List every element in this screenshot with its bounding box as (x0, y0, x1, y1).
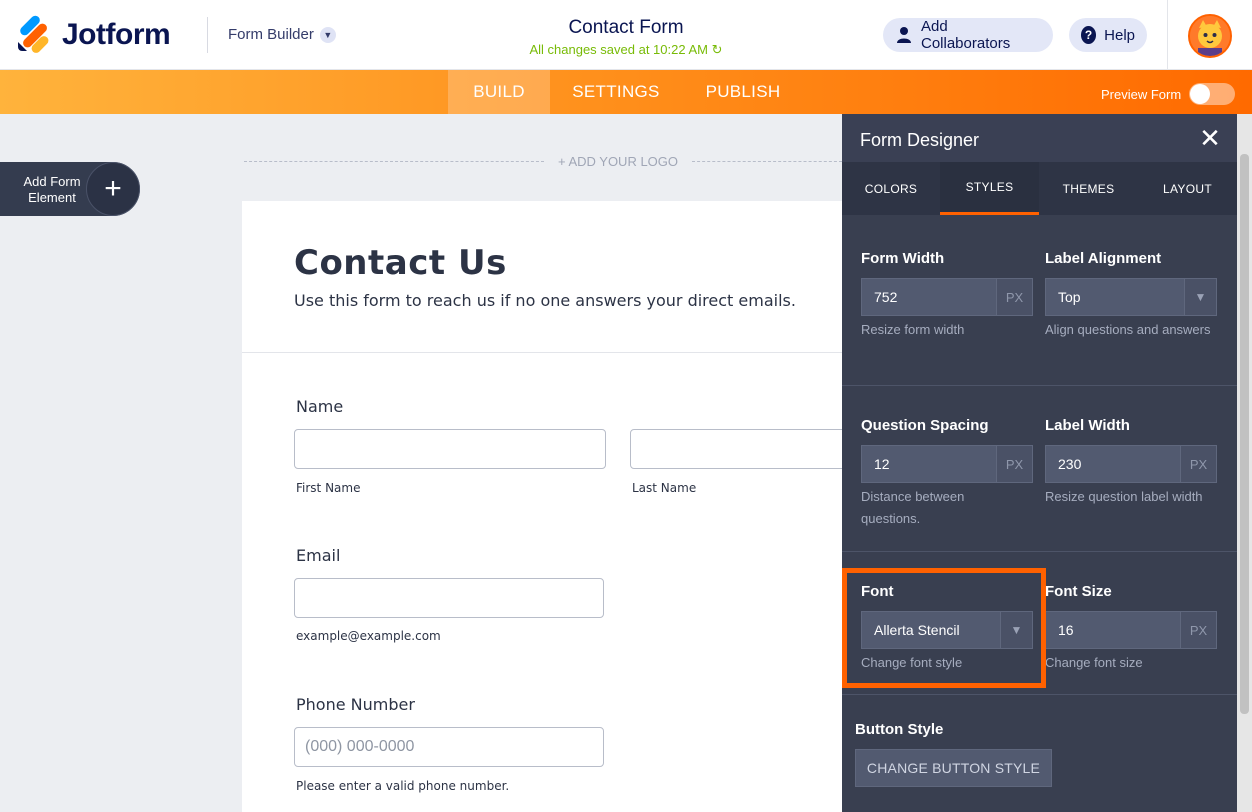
tab-layout[interactable]: LAYOUT (1138, 162, 1237, 215)
header-divider (207, 17, 208, 53)
label-width-label: Label Width (1045, 417, 1130, 434)
user-icon (895, 26, 913, 44)
form-subheading: Use this form to reach us if no one answ… (294, 291, 796, 310)
form-header[interactable]: Contact Us Use this form to reach us if … (242, 201, 842, 353)
font-size-label: Font Size (1045, 583, 1112, 600)
email-question-label: Email (296, 546, 341, 565)
logo-dashed-line-left (244, 161, 544, 162)
form-width-field[interactable]: 752 PX (861, 278, 1033, 316)
question-spacing-field[interactable]: 12 PX (861, 445, 1033, 483)
plus-icon: + (86, 162, 140, 216)
help-label: Help (1104, 26, 1135, 44)
chevron-down-icon: ▼ (319, 26, 336, 43)
jotform-logo[interactable]: Jotform (18, 13, 171, 55)
label-width-hint: Resize question label width (1045, 489, 1203, 504)
font-size-value: 16 (1058, 622, 1074, 638)
form-width-unit: PX (996, 279, 1032, 315)
help-button[interactable]: ? Help (1069, 18, 1147, 52)
section-divider (842, 551, 1237, 552)
add-collaborators-label: Add Collaborators (920, 18, 1011, 52)
label-width-unit: PX (1180, 446, 1216, 482)
tab-settings[interactable]: SETTINGS (556, 70, 676, 114)
email-input[interactable] (294, 578, 604, 618)
section-divider (842, 694, 1237, 695)
tab-publish[interactable]: PUBLISH (688, 70, 798, 114)
panel-scrollbar[interactable] (1237, 114, 1252, 812)
label-width-value: 230 (1058, 456, 1082, 472)
font-highlight-box (842, 568, 1046, 688)
label-alignment-hint: Align questions and answers (1045, 322, 1211, 337)
top-header: Jotform Form Builder ▼ Contact Form All … (0, 0, 1252, 70)
refresh-icon[interactable]: ↻ (712, 42, 723, 57)
avatar[interactable] (1188, 14, 1232, 58)
first-name-sublabel: First Name (296, 481, 361, 495)
name-question-label: Name (296, 397, 344, 416)
phone-input[interactable]: (000) 000-0000 (294, 727, 604, 767)
chevron-down-icon: ▼ (1184, 279, 1216, 315)
label-alignment-value: Top (1058, 289, 1081, 305)
label-width-field[interactable]: 230 PX (1045, 445, 1217, 483)
font-size-unit: PX (1180, 612, 1216, 648)
form-title-block: Contact Form All changes saved at 10:22 … (476, 17, 776, 58)
font-size-hint: Change font size (1045, 655, 1143, 670)
last-name-input[interactable] (630, 429, 842, 469)
logo-text: Jotform (62, 18, 171, 51)
question-spacing-value: 12 (874, 456, 890, 472)
form-builder-label: Form Builder (228, 26, 314, 43)
label-alignment-label: Label Alignment (1045, 250, 1162, 267)
cat-avatar-icon (1190, 16, 1230, 56)
header-divider-right (1167, 0, 1168, 70)
change-button-style-button[interactable]: CHANGE BUTTON STYLE (855, 749, 1052, 787)
form-width-value: 752 (874, 289, 898, 305)
add-logo-link[interactable]: + ADD YOUR LOGO (548, 154, 688, 169)
form-width-label: Form Width (861, 250, 945, 267)
preview-form-control: Preview Form (1101, 83, 1236, 105)
designer-tabs: COLORS STYLES THEMES LAYOUT (842, 162, 1237, 215)
form-title[interactable]: Contact Form (476, 17, 776, 39)
question-spacing-unit: PX (996, 446, 1032, 482)
label-alignment-select[interactable]: Top ▼ (1045, 278, 1217, 316)
form-builder-dropdown[interactable]: Form Builder ▼ (228, 26, 336, 43)
preview-form-label: Preview Form (1101, 86, 1182, 102)
tab-themes[interactable]: THEMES (1039, 162, 1138, 215)
font-size-field[interactable]: 16 PX (1045, 611, 1217, 649)
tab-colors[interactable]: COLORS (842, 162, 940, 215)
first-name-input[interactable] (294, 429, 606, 469)
last-name-sublabel: Last Name (632, 481, 697, 495)
add-form-element-label: Add Form Element (23, 174, 81, 205)
form-designer-panel: Form Designer ✕ COLORS STYLES THEMES LAY… (842, 114, 1252, 812)
scrollbar-thumb[interactable] (1240, 154, 1249, 714)
question-spacing-hint: Distance between questions. (861, 489, 965, 526)
phone-placeholder: (000) 000-0000 (305, 738, 415, 755)
section-divider (842, 385, 1237, 386)
preview-form-toggle[interactable] (1189, 83, 1236, 105)
close-icon[interactable]: ✕ (1198, 125, 1222, 151)
form-designer-header: Form Designer ✕ (842, 114, 1237, 162)
button-style-label: Button Style (855, 721, 944, 738)
phone-question-label: Phone Number (296, 695, 415, 714)
add-form-element-button[interactable]: Add Form Element + (0, 162, 140, 216)
phone-sublabel: Please enter a valid phone number. (296, 779, 510, 793)
jotform-logo-icon (18, 13, 51, 55)
add-collaborators-button[interactable]: Add Collaborators (883, 18, 1053, 52)
form-canvas: Contact Us Use this form to reach us if … (242, 201, 842, 812)
save-status: All changes saved at 10:22 AM ↻ (529, 42, 723, 57)
form-designer-title: Form Designer (860, 130, 980, 150)
builder-nav: BUILD SETTINGS PUBLISH Preview Form (0, 70, 1252, 114)
form-width-hint: Resize form width (861, 322, 965, 337)
email-sublabel: example@example.com (296, 629, 441, 643)
tab-styles[interactable]: STYLES (940, 162, 1039, 215)
question-icon: ? (1081, 26, 1097, 44)
tab-build[interactable]: BUILD (448, 70, 550, 114)
form-heading: Contact Us (294, 243, 507, 283)
question-spacing-label: Question Spacing (861, 417, 989, 434)
logo-dashed-line-right (692, 161, 842, 162)
